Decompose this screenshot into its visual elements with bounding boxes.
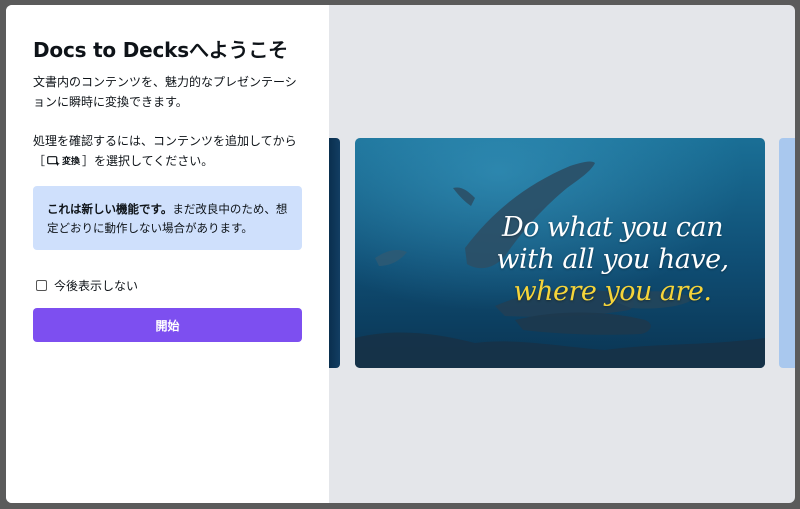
- dialog-title: Docs to Decksへようこそ: [33, 38, 288, 62]
- convert-button-hint: 変換: [47, 152, 80, 172]
- preview-card-previous[interactable]: [329, 138, 340, 368]
- quote-line-1: Do what you can: [501, 212, 724, 243]
- dialog-instruction: 処理を確認するには、コンテンツを追加してから［ 変換 ］を選択してください。: [33, 131, 305, 172]
- welcome-dialog: Docs to Decksへようこそ 文書内のコンテンツを、魅力的なプレゼンテー…: [6, 5, 795, 503]
- start-button[interactable]: 開始: [33, 308, 302, 342]
- convert-sparkle-icon: [47, 156, 60, 167]
- dialog-description: 文書内のコンテンツを、魅力的なプレゼンテーションに瞬時に変換できます。: [33, 75, 297, 109]
- welcome-panel: Docs to Decksへようこそ 文書内のコンテンツを、魅力的なプレゼンテー…: [6, 5, 329, 503]
- preview-card-next[interactable]: [779, 138, 795, 368]
- convert-button-label: 変換: [62, 156, 81, 167]
- quote-line-2: with all you have,: [496, 244, 729, 275]
- preview-quote: Do what you can with all you have, where…: [355, 212, 765, 308]
- quote-line-3: where you are.: [513, 276, 713, 307]
- preview-card-main[interactable]: Do what you can with all you have, where…: [355, 138, 765, 368]
- dont-show-again-label: 今後表示しない: [54, 279, 139, 293]
- dont-show-again-checkbox[interactable]: [36, 280, 47, 291]
- instruction-text-after: ］を選択してください。: [82, 154, 214, 168]
- beta-notice: これは新しい機能です。まだ改良中のため、想定どおりに動作しない場合があります。: [33, 186, 302, 250]
- notice-strong: これは新しい機能です。: [47, 202, 173, 216]
- dont-show-again-row[interactable]: 今後表示しない: [36, 277, 138, 294]
